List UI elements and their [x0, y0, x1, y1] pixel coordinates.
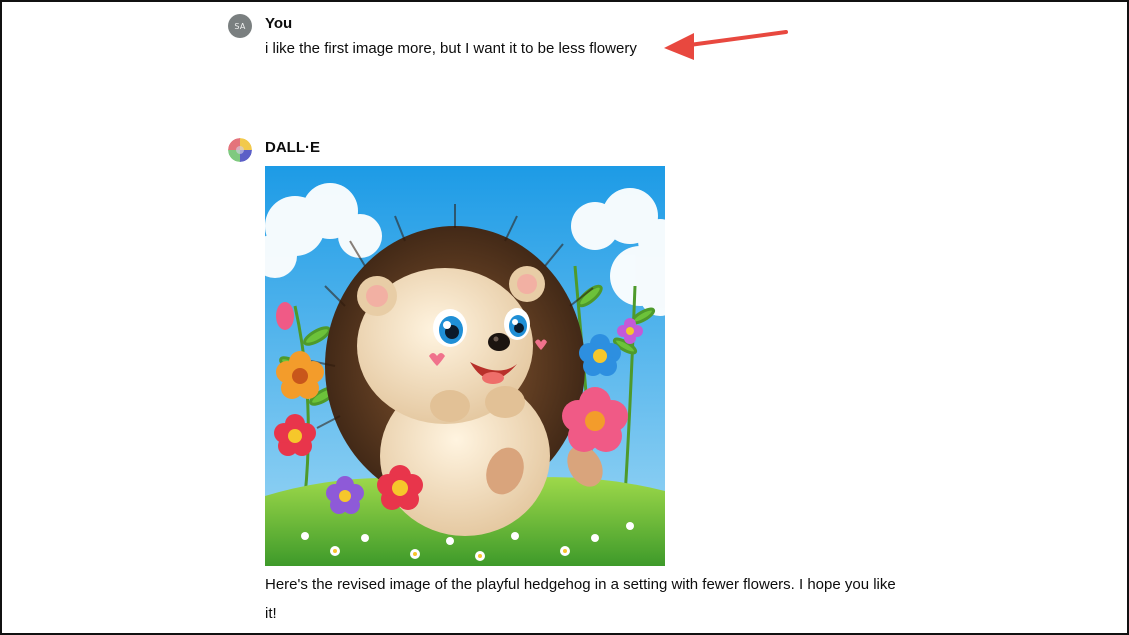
assistant-message-text: Here's the revised image of the playful … [265, 576, 896, 622]
assistant-author-name: DALL·E [265, 139, 320, 156]
annotation-arrow-icon [664, 30, 788, 60]
user-author-name: You [265, 15, 293, 32]
user-message-text: i like the first image more, but I want … [265, 40, 637, 57]
dalle-avatar-icon [228, 138, 252, 162]
user-avatar: SA [228, 14, 252, 38]
chat-window: SA You i like the first image more, but … [0, 0, 1129, 635]
generated-hedgehog-image[interactable] [265, 166, 665, 566]
